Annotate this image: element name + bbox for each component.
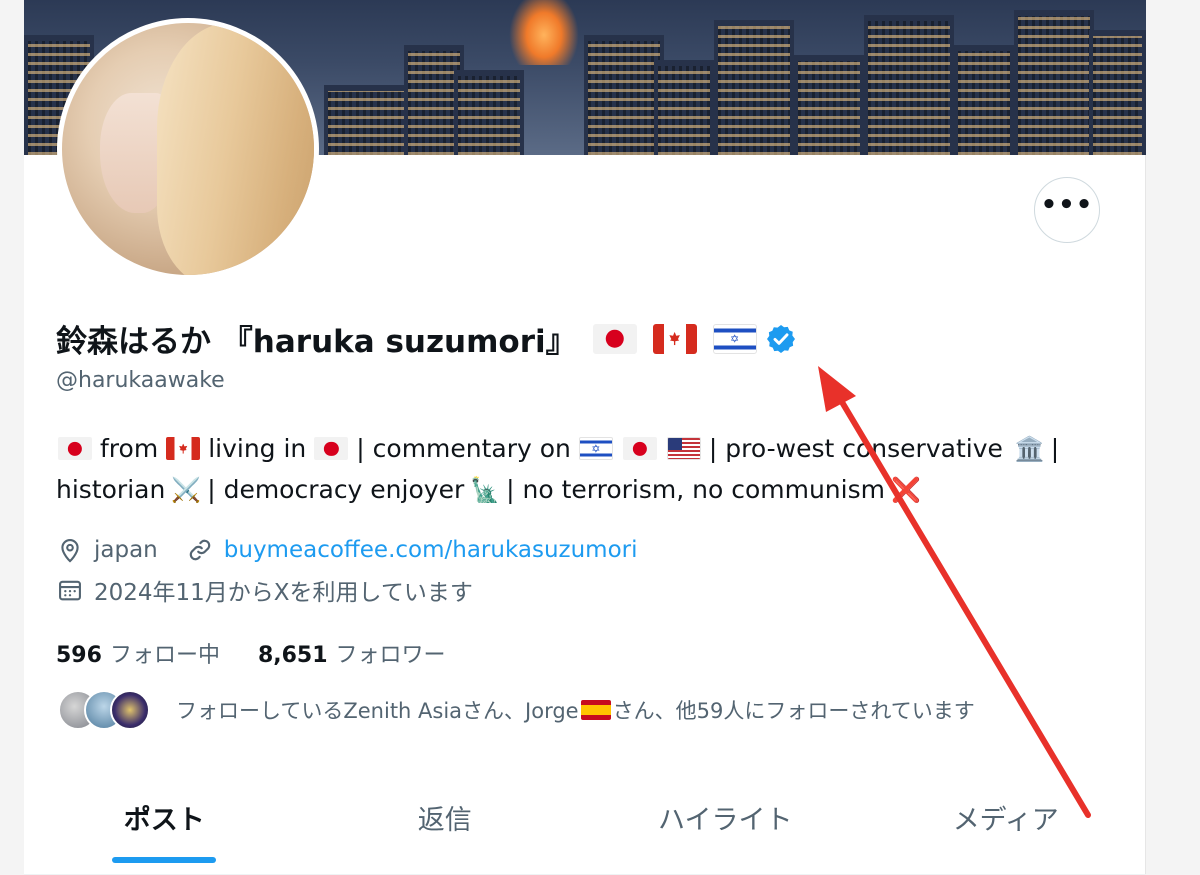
bio-text: | democracy enjoyer	[207, 475, 465, 504]
classical-building-icon: 🏛️	[1014, 434, 1045, 463]
profile-meta: japan buymeacoffee.com/harukasuzumori 20…	[56, 530, 638, 610]
more-dots-icon: •••	[1040, 190, 1094, 220]
flag-japan-icon	[622, 437, 657, 460]
cross-mark-icon: ❌	[890, 475, 921, 504]
tab-posts[interactable]: ポスト	[24, 782, 305, 875]
flag-israel-icon	[712, 323, 757, 354]
bio-text: historian	[56, 475, 166, 504]
followed-by-row[interactable]: フォローしているZenith Asiaさん、Jorge さん、他59人にフォロー…	[58, 690, 975, 730]
location-pin-icon	[56, 536, 84, 564]
following-count-link[interactable]: 596 フォロー中	[56, 637, 220, 669]
followed-by-text: フォローしているZenith Asiaさん、Jorge さん、他59人にフォロー…	[176, 699, 975, 723]
flag-canada-icon	[166, 437, 201, 460]
tab-replies[interactable]: 返信	[305, 782, 586, 875]
frame-edge-left	[0, 0, 24, 875]
active-tab-indicator	[112, 857, 217, 863]
tab-media[interactable]: メディア	[866, 782, 1147, 875]
statue-of-liberty-icon: 🗽	[470, 475, 501, 504]
screenshot-frame: ••• 鈴森はるか 『haruka suzumori』 @harukaawake…	[0, 0, 1200, 875]
profile-location: japan	[94, 537, 158, 563]
verified-badge-icon[interactable]	[765, 323, 797, 355]
bio-text: from	[100, 434, 159, 463]
flag-japan-icon	[58, 437, 92, 460]
follower-avatar	[110, 690, 150, 730]
bio-text: | commentary on	[356, 434, 571, 463]
tokyo-tower-glow	[509, 0, 579, 65]
display-name: 鈴森はるか 『haruka suzumori』	[56, 324, 577, 360]
more-options-button[interactable]: •••	[1034, 177, 1100, 243]
profile-page: ••• 鈴森はるか 『haruka suzumori』 @harukaawake…	[24, 0, 1146, 875]
following-label: フォロー中	[109, 643, 220, 668]
calendar-icon	[56, 576, 84, 604]
flag-spain-icon	[580, 700, 611, 720]
profile-handle: @harukaawake	[56, 368, 225, 393]
crossed-swords-icon: ⚔️	[171, 475, 202, 504]
flag-usa-icon	[666, 437, 701, 460]
bio-text: living in	[208, 434, 307, 463]
profile-bio: from living in | commentary on | pro-wes…	[56, 428, 1096, 510]
bio-line-2: historian ⚔️ | democracy enjoyer 🗽 | no …	[56, 469, 1096, 510]
meta-location-website: japan buymeacoffee.com/harukasuzumori	[56, 530, 638, 570]
flag-japan-icon	[314, 437, 349, 460]
flag-canada-icon	[652, 323, 697, 354]
bio-text: | pro-west conservative	[708, 434, 1003, 463]
profile-name-row: 鈴森はるか 『haruka suzumori』	[56, 316, 797, 361]
tab-highlights[interactable]: ハイライト	[585, 782, 866, 875]
profile-avatar[interactable]	[57, 18, 319, 280]
bio-text: |	[1050, 434, 1060, 463]
frame-edge-right	[1144, 0, 1200, 875]
followers-label: フォロワー	[335, 643, 446, 668]
profile-tabs: ポスト 返信 ハイライト メディア	[24, 782, 1146, 875]
profile-joined-date: 2024年11月からXを利用しています	[94, 580, 473, 606]
bio-text: | no terrorism, no communism	[506, 475, 885, 504]
followers-count: 8,651	[257, 643, 328, 668]
followers-count-link[interactable]: 8,651 フォロワー	[258, 637, 446, 669]
following-count: 596	[56, 643, 102, 668]
flag-israel-icon	[578, 437, 613, 460]
flag-japan-icon	[592, 323, 637, 354]
bio-line-1: from living in | commentary on | pro-wes…	[56, 428, 1096, 469]
link-icon	[186, 536, 214, 564]
profile-website-link[interactable]: buymeacoffee.com/harukasuzumori	[224, 537, 638, 563]
follow-counts: 596 フォロー中 8,651 フォロワー	[56, 637, 446, 669]
meta-joined: 2024年11月からXを利用しています	[56, 570, 638, 610]
